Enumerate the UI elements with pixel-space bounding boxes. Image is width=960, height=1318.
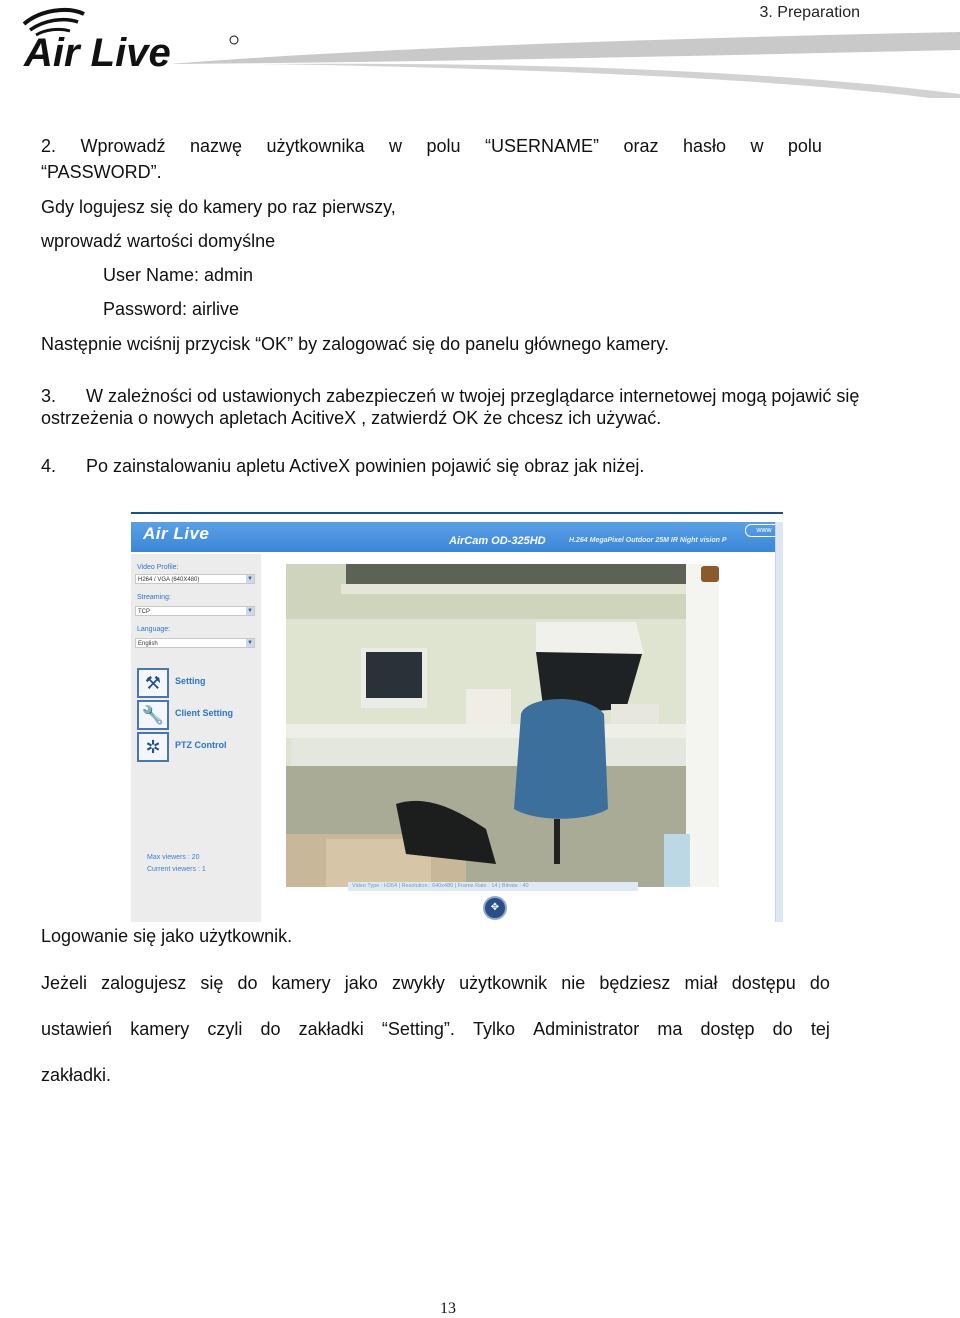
step2-line1: 2. Wprowadź nazwę użytkownika w polu “US…	[41, 135, 822, 157]
max-viewers: Max viewers : 20	[147, 854, 200, 861]
page-number: 13	[440, 1300, 456, 1317]
camera-sidebar: Video Profile: H264 / VGA (640X480) ▼ St…	[131, 554, 261, 922]
word: Tylko	[473, 1019, 516, 1039]
user-login-line1: Jeżeli zalogujesz się do kamery jako zwy…	[41, 972, 830, 994]
menu-label: PTZ Control	[175, 740, 227, 750]
word: Wprowadź	[80, 136, 166, 156]
camera-banner: Air Live AirCam OD-325HD H.264 MegaPixel…	[131, 522, 783, 552]
step2-line2: “PASSWORD”.	[41, 162, 162, 182]
language-select[interactable]: English ▼	[135, 638, 255, 648]
word: w	[750, 136, 764, 156]
chevron-down-icon: ▼	[246, 639, 254, 647]
step-number: 2.	[41, 136, 57, 156]
word: nazwę	[189, 136, 243, 156]
menu-client-setting[interactable]: 🔧 Client Setting	[137, 700, 257, 730]
menu-setting[interactable]: ⚒ Setting	[137, 668, 257, 698]
video-profile-select[interactable]: H264 / VGA (640X480) ▼	[135, 574, 255, 584]
word: Jeżeli	[41, 973, 88, 993]
word: miał	[684, 973, 718, 993]
word: “USERNAME”	[484, 136, 599, 156]
word: się	[200, 973, 224, 993]
word: oraz	[623, 136, 659, 156]
word: do	[237, 973, 258, 993]
word: użytkownika	[266, 136, 365, 156]
word: zalogujesz	[101, 973, 187, 993]
word: zakładki	[298, 1019, 364, 1039]
ptz-icon: ✲	[137, 732, 169, 762]
snapshot-icon[interactable]	[701, 566, 719, 582]
word: hasło	[682, 136, 726, 156]
streaming-label: Streaming:	[137, 594, 171, 601]
word: dostęp	[700, 1019, 755, 1039]
word: jako	[344, 973, 378, 993]
word: Administrator	[533, 1019, 640, 1039]
step3-line2: ostrzeżenia o nowych apletach AcitiveX ,…	[41, 408, 662, 428]
chevron-down-icon: ▼	[246, 607, 254, 615]
word: będziesz	[599, 973, 671, 993]
default-username: User Name: admin	[103, 265, 254, 285]
tools-icon: ⚒	[137, 668, 169, 698]
word: nie	[561, 973, 586, 993]
word: “Setting”.	[381, 1019, 455, 1039]
step4-text: Po zainstalowaniu apletu ActiveX powinie…	[86, 456, 645, 476]
word: ustawień	[41, 1019, 113, 1039]
step4-line: 4. Po zainstalowaniu apletu ActiveX powin…	[41, 455, 644, 477]
user-login-line3: zakładki.	[41, 1065, 112, 1085]
word: użytkownik	[459, 973, 548, 993]
airlive-logo: Air Live	[22, 7, 239, 70]
step-number: 4.	[41, 456, 57, 476]
camera-model: AirCam OD-325HD	[449, 535, 546, 547]
word: kamery	[271, 973, 331, 993]
live-video-feed	[286, 564, 719, 887]
camera-subtitle: H.264 MegaPixel Outdoor 25M IR Night vis…	[569, 537, 727, 544]
camera-ui-screenshot: Air Live AirCam OD-325HD H.264 MegaPixel…	[131, 512, 783, 922]
word: polu	[787, 136, 822, 156]
camera-logo: Air Live	[143, 524, 210, 543]
current-viewers: Current viewers : 1	[147, 866, 206, 873]
word: do	[772, 1019, 793, 1039]
word: ma	[657, 1019, 683, 1039]
streaming-value: TCP	[138, 609, 150, 615]
word: kamery	[130, 1019, 190, 1039]
menu-ptz-control[interactable]: ✲ PTZ Control	[137, 732, 257, 762]
video-profile-value: H264 / VGA (640X480)	[138, 577, 200, 583]
chevron-down-icon: ▼	[246, 575, 254, 583]
ptz-control-icon[interactable]: ✥	[483, 896, 507, 920]
video-status-bar: Video Type : H264 | Resolution : 640x480…	[348, 882, 638, 891]
user-login-line2: ustawień kamery czyli do zakładki “Setti…	[41, 1018, 830, 1040]
page-header: Air Live 3. Preparation	[0, 0, 960, 100]
wrench-icon: 🔧	[137, 700, 169, 730]
step3-line1: 3. W zależności od ustawionych zabezpiecz…	[41, 385, 859, 407]
scrollbar[interactable]	[775, 522, 783, 922]
language-value: English	[138, 641, 158, 647]
word: czyli	[207, 1019, 243, 1039]
step3-text: W zależności od ustawionych zabezpieczeń…	[86, 386, 860, 406]
streaming-select[interactable]: TCP ▼	[135, 606, 255, 616]
first-login-text: Gdy logujesz się do kamery po raz pierws…	[41, 197, 396, 217]
word: zwykły	[391, 973, 445, 993]
default-password: Password: airlive	[103, 299, 240, 319]
word: do	[809, 973, 830, 993]
decorative-swoosh	[170, 32, 960, 98]
menu-label: Client Setting	[175, 708, 233, 718]
word: tej	[810, 1019, 830, 1039]
ok-instruction: Następnie wciśnij przycisk “OK” by zalog…	[41, 334, 669, 354]
defaults-intro: wprowadź wartości domyślne	[41, 231, 276, 251]
language-label: Language:	[137, 626, 171, 633]
video-profile-label: Video Profile:	[137, 564, 179, 571]
menu-label: Setting	[175, 676, 206, 686]
logo-text: Air Live	[23, 31, 171, 70]
word: do	[260, 1019, 281, 1039]
user-login-heading: Logowanie się jako użytkownik.	[41, 926, 293, 946]
step-number: 3.	[41, 386, 57, 406]
word: polu	[426, 136, 461, 156]
section-title: 3. Preparation	[759, 4, 860, 21]
word: dostępu	[731, 973, 796, 993]
word: w	[389, 136, 402, 156]
